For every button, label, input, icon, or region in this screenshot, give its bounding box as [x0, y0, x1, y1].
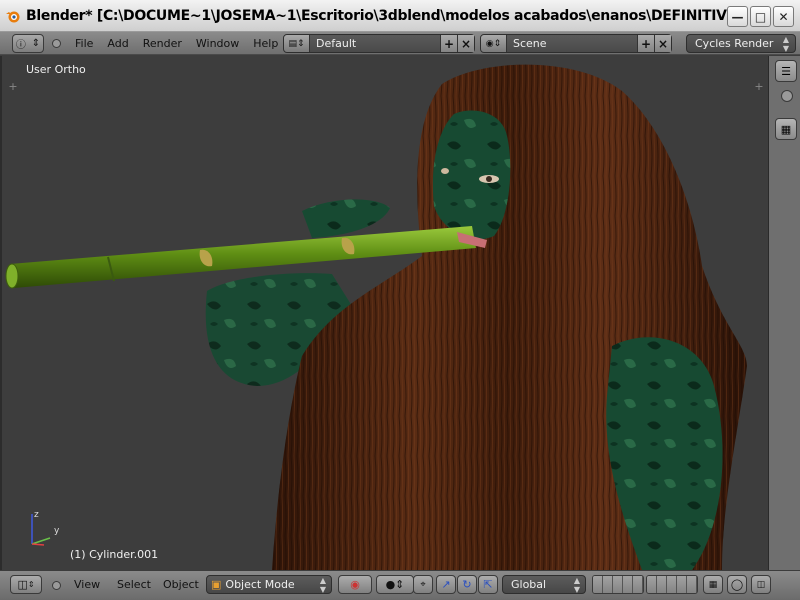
chevron-updown-icon: ⇕ — [27, 580, 35, 589]
properties-tab[interactable]: ▦ — [775, 118, 797, 140]
snap-button[interactable]: ◫ — [751, 575, 771, 594]
window-titlebar: Blender* [C:\DOCUME~1\JOSEMA~1\Escritori… — [0, 0, 800, 32]
pivot-icon: ●⇕ — [385, 578, 405, 591]
scale-manipulator-button[interactable]: ⇱ — [478, 575, 498, 594]
properties-expand-icon[interactable]: + — [754, 81, 764, 92]
shading-sphere-icon: ◉ — [350, 578, 360, 591]
menu-select[interactable]: Select — [117, 578, 151, 591]
remove-screen-icon[interactable]: × — [457, 35, 474, 52]
chevron-updown-icon: ⇕ — [31, 37, 41, 49]
render-engine-value: Cycles Render — [695, 37, 774, 50]
pivot-point-button[interactable]: ●⇕ — [376, 575, 414, 594]
rotate-icon: ↻ — [462, 578, 472, 591]
magnet-icon: ◫ — [756, 579, 766, 590]
screen-layout-icon: ▤⇕ — [284, 35, 310, 52]
scene-selector[interactable]: ◉⇕ Scene + × — [480, 34, 672, 53]
add-scene-icon[interactable]: + — [637, 35, 654, 52]
minimize-icon[interactable]: — — [727, 6, 748, 27]
lock-camera-button[interactable]: ▦ — [703, 575, 723, 594]
editor-type-3dview-button[interactable]: ◫ ⇕ — [10, 575, 42, 594]
close-icon[interactable]: ✕ — [773, 6, 794, 27]
axis-label-z: z — [34, 510, 39, 520]
manipulator-toggle-button[interactable]: ⌖ — [413, 575, 433, 594]
object-mode-icon: ▣ — [211, 578, 222, 591]
collapse-menu-icon[interactable] — [52, 38, 61, 48]
cube-view-icon: ◫ — [17, 578, 28, 591]
rotate-manipulator-button[interactable]: ↻ — [457, 575, 477, 594]
maximize-icon[interactable]: □ — [750, 6, 771, 27]
screen-layout-name: Default — [316, 37, 357, 50]
translate-arrow-icon: ↗ — [441, 578, 451, 591]
scene-render — [5, 64, 747, 570]
mode-dropdown[interactable]: ▣ Object Mode ▲ ▼ — [206, 575, 332, 594]
chevron-updown-icon: ▲ ▼ — [573, 575, 580, 594]
chevron-updown-icon: ▲ ▼ — [782, 34, 789, 53]
orientation-value: Global — [511, 578, 547, 591]
outliner-icon: ☰ — [781, 64, 791, 78]
collapse-menu-icon[interactable] — [52, 581, 61, 590]
menu-view[interactable]: View — [74, 578, 100, 591]
remove-scene-icon[interactable]: × — [654, 35, 671, 52]
window-title: Blender* [C:\DOCUME~1\JOSEMA~1\Escritori… — [26, 7, 738, 24]
blender-logo-icon — [5, 8, 21, 24]
properties-icon: ▦ — [780, 122, 792, 136]
chevron-updown-icon: ▲ ▼ — [319, 575, 326, 594]
menu-file[interactable]: File — [75, 37, 93, 50]
axis-label-y: y — [54, 526, 60, 536]
menu-window[interactable]: Window — [196, 37, 239, 50]
add-screen-icon[interactable]: + — [440, 35, 457, 52]
3d-viewport[interactable]: User Ortho (1) Cylinder.001 y z + + — [0, 56, 768, 570]
active-object-label: (1) Cylinder.001 — [70, 548, 159, 561]
info-header: ⓘ ⇕ File Add Render Window Help ▤⇕ Defau… — [0, 32, 800, 55]
screen-layout-selector[interactable]: ▤⇕ Default + × — [283, 34, 475, 53]
properties-strip: ☰ ▦ — [768, 56, 800, 570]
toolshelf-expand-icon[interactable]: + — [8, 81, 18, 92]
manipulator-icon: ⌖ — [420, 579, 426, 590]
scene-icon: ◉⇕ — [481, 35, 507, 52]
info-icon: ⓘ — [15, 39, 26, 51]
menu-render[interactable]: Render — [143, 37, 182, 50]
render-circle-icon: ◯ — [730, 578, 744, 591]
menu-object[interactable]: Object — [163, 578, 199, 591]
outliner-tab[interactable]: ☰ — [775, 60, 797, 82]
layer-buttons-group-1[interactable] — [592, 575, 644, 594]
viewport-shading-button[interactable]: ◉ — [338, 575, 372, 594]
mode-value: Object Mode — [225, 578, 295, 591]
view-label: User Ortho — [26, 63, 86, 76]
collapse-icon[interactable] — [781, 90, 793, 102]
lock-icon: ▦ — [708, 579, 718, 590]
render-engine-dropdown[interactable]: Cycles Render ▲ ▼ — [686, 34, 796, 53]
scale-icon: ⇱ — [483, 578, 493, 591]
transform-orientation-dropdown[interactable]: Global ▲ ▼ — [502, 575, 586, 594]
menu-add[interactable]: Add — [107, 37, 128, 50]
menu-help[interactable]: Help — [253, 37, 278, 50]
layer-buttons-group-2[interactable] — [646, 575, 698, 594]
translate-manipulator-button[interactable]: ↗ — [436, 575, 456, 594]
render-preview-button[interactable]: ◯ — [727, 575, 747, 594]
scene-name: Scene — [513, 37, 547, 50]
3d-view-header: ◫ ⇕ View Select Object ▣ Object Mode ▲ ▼ ◉… — [0, 570, 800, 600]
editor-type-button[interactable]: ⓘ ⇕ — [12, 33, 44, 53]
